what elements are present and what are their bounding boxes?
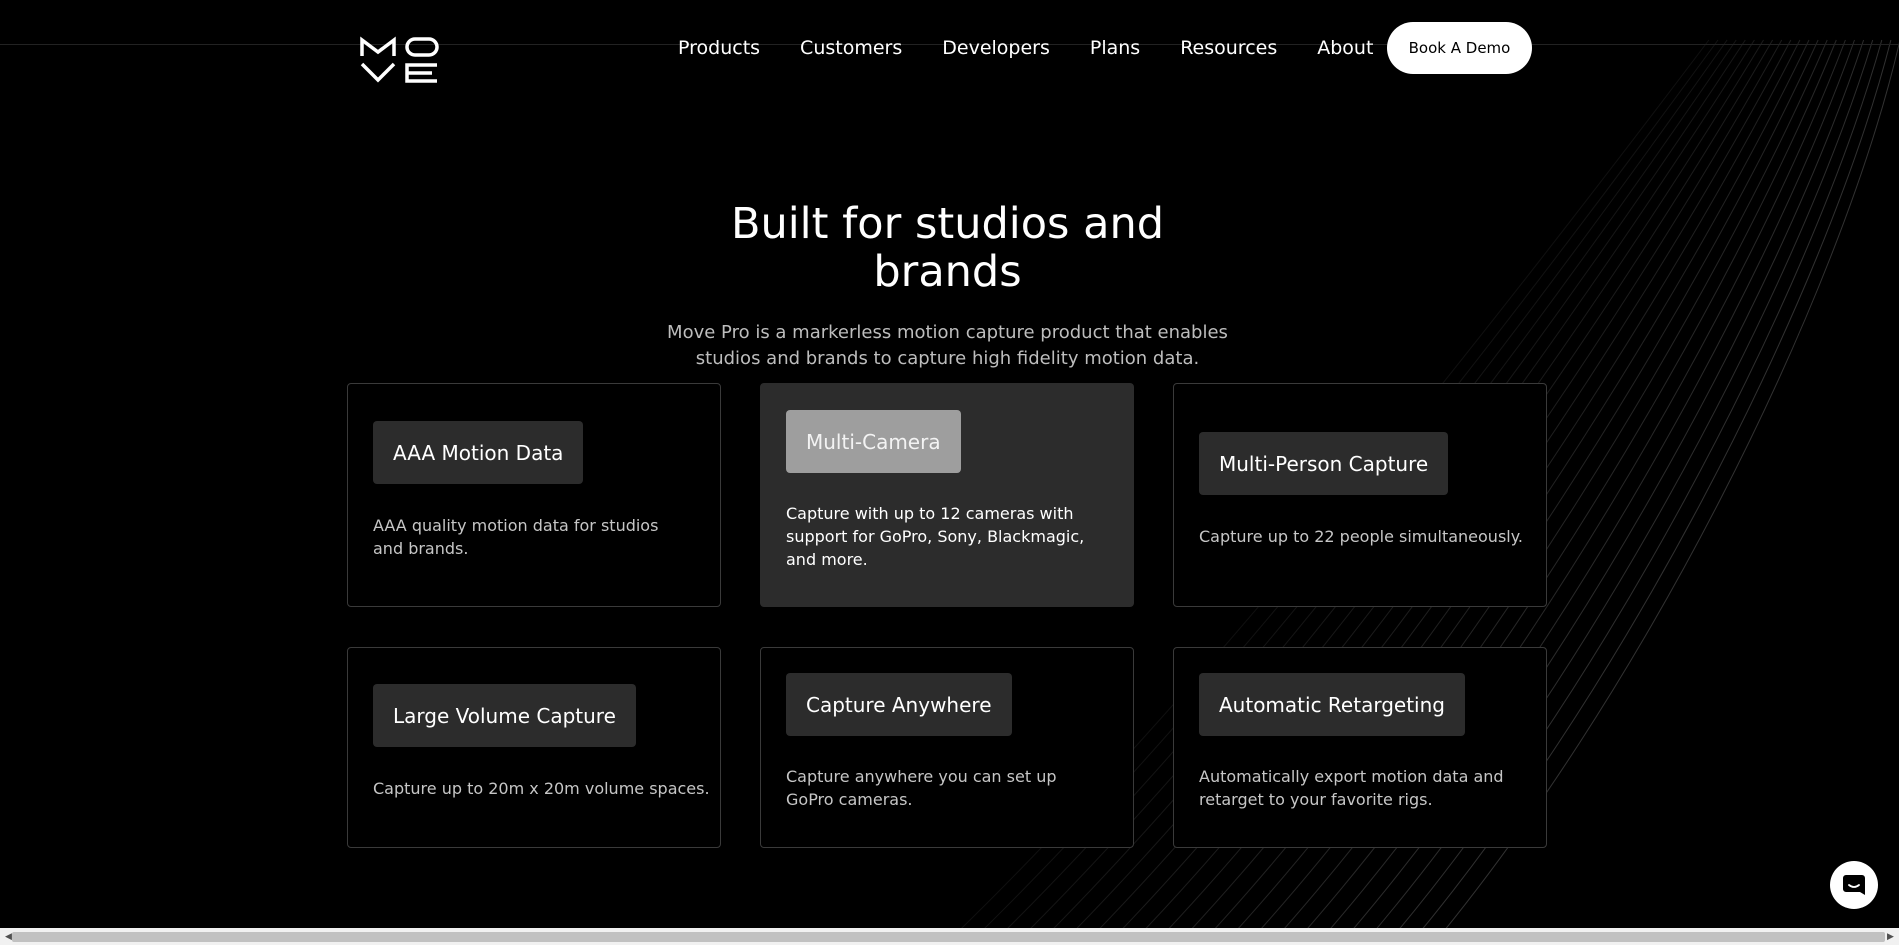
feature-description: Capture anywhere you can set up GoPro ca…: [786, 767, 1057, 809]
nav-about[interactable]: About: [1317, 35, 1373, 61]
hero-subtitle: Move Pro is a markerless motion capture …: [660, 320, 1235, 372]
horizontal-scrollbar[interactable]: ◀ ▶: [0, 928, 1899, 945]
scroll-thumb[interactable]: [12, 932, 1885, 942]
feature-card-automatic-retargeting[interactable]: Automatic Retargeting Automatically expo…: [1173, 647, 1547, 848]
feature-title: Multi-Camera: [786, 410, 961, 473]
page: Products Customers Developers Plans Reso…: [0, 0, 1899, 945]
feature-description: Capture up to 22 people simultaneously.: [1199, 527, 1523, 546]
nav-plans[interactable]: Plans: [1090, 35, 1140, 61]
nav-customers[interactable]: Customers: [800, 35, 902, 61]
main-nav: Products Customers Developers Plans Reso…: [678, 35, 1413, 61]
nav-developers[interactable]: Developers: [942, 35, 1050, 61]
feature-title: Automatic Retargeting: [1199, 673, 1465, 736]
feature-description: Capture up to 20m x 20m volume spaces.: [373, 779, 710, 798]
feature-description: AAA quality motion data for studios and …: [373, 516, 659, 558]
feature-title: Capture Anywhere: [786, 673, 1012, 736]
feature-card-aaa-motion-data[interactable]: AAA Motion Data AAA quality motion data …: [347, 383, 721, 607]
move-logo-icon[interactable]: [360, 36, 440, 84]
feature-card-multi-person-capture[interactable]: Multi-Person Capture Capture up to 22 pe…: [1173, 383, 1547, 607]
feature-card-capture-anywhere[interactable]: Capture Anywhere Capture anywhere you ca…: [760, 647, 1134, 848]
feature-title: Large Volume Capture: [373, 684, 636, 747]
chat-glyph-icon: [1843, 875, 1865, 895]
book-demo-button[interactable]: Book A Demo: [1387, 22, 1532, 74]
hero-title-line-2: brands: [873, 247, 1022, 297]
feature-description: Capture with up to 12 cameras with suppo…: [786, 504, 1085, 569]
feature-description: Automatically export motion data and ret…: [1199, 767, 1504, 809]
nav-resources[interactable]: Resources: [1180, 35, 1277, 61]
nav-products[interactable]: Products: [678, 35, 760, 61]
feature-title: Multi-Person Capture: [1199, 432, 1449, 495]
feature-card-large-volume-capture[interactable]: Large Volume Capture Capture up to 20m x…: [347, 647, 721, 848]
hero-title: Built for studios and brands: [650, 200, 1245, 296]
scroll-right-icon[interactable]: ▶: [1882, 928, 1899, 945]
hero-subtitle-line-2: studios and brands to capture high fidel…: [695, 348, 1200, 369]
hero-subtitle-line-1: Move Pro is a markerless motion capture …: [667, 322, 1228, 343]
feature-card-multi-camera[interactable]: Multi-Camera Capture with up to 12 camer…: [760, 383, 1134, 607]
hero-title-line-1: Built for studios and: [730, 199, 1164, 249]
feature-title: AAA Motion Data: [373, 421, 584, 484]
chat-bubble-icon[interactable]: [1830, 861, 1878, 909]
